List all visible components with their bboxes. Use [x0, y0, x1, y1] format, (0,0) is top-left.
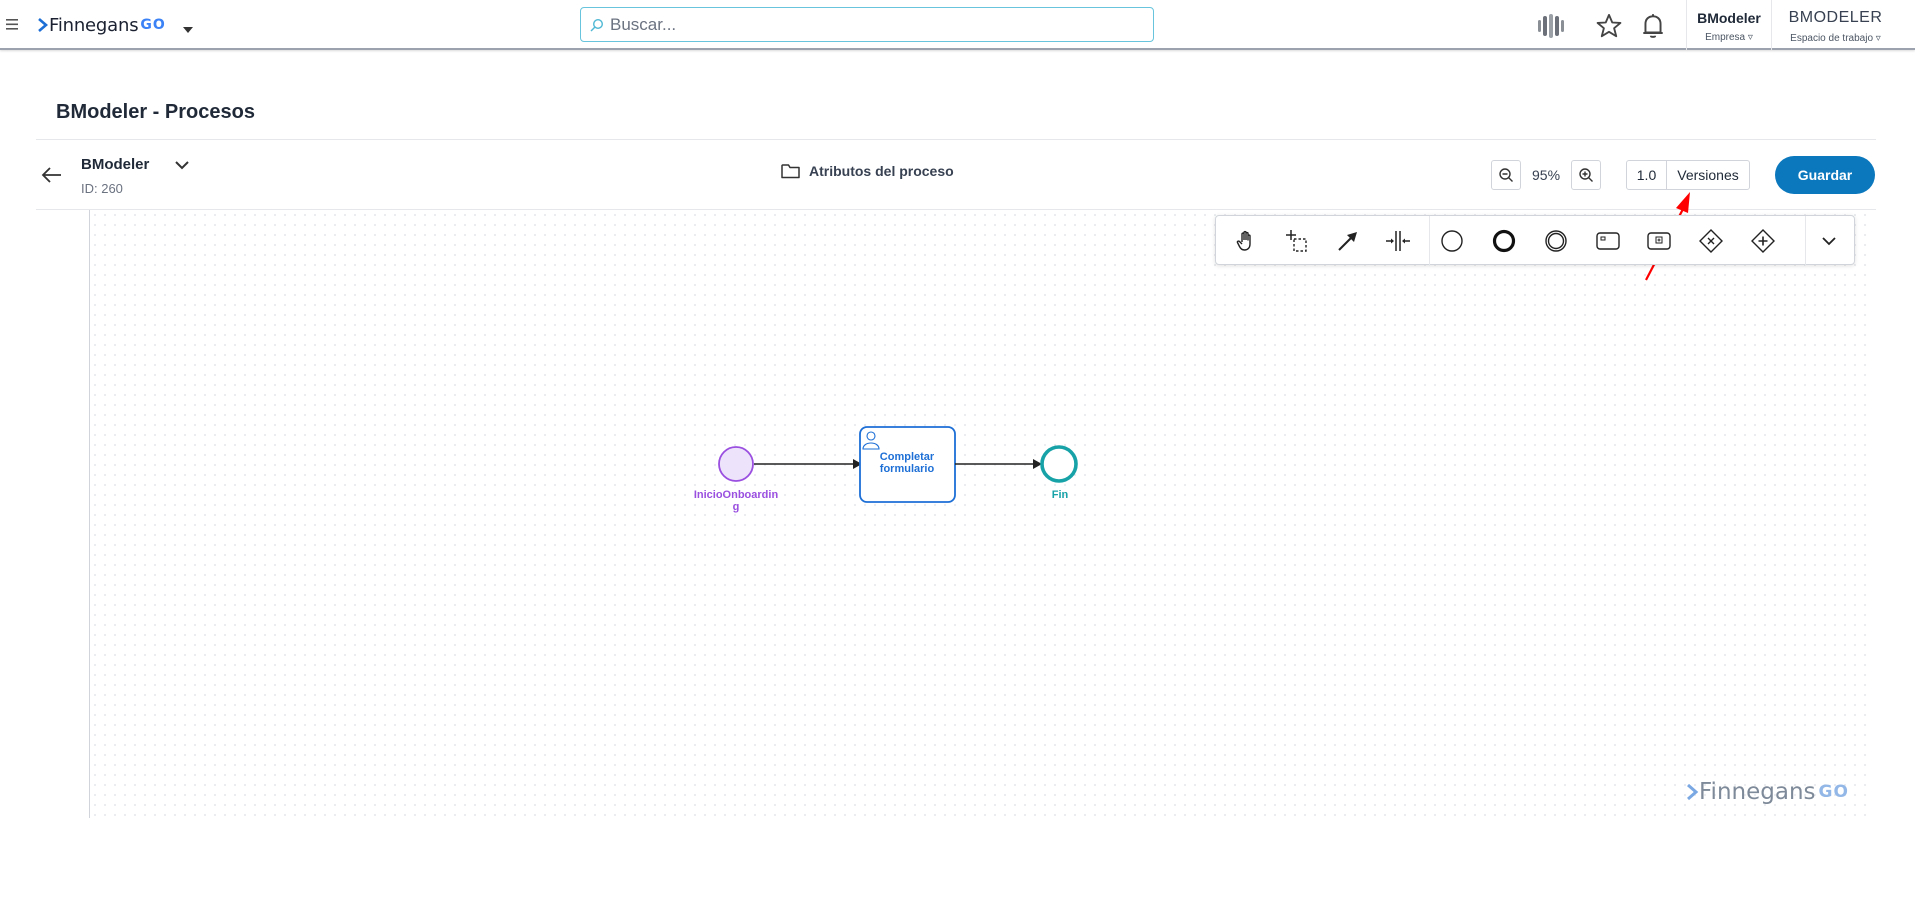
chevron-down-icon[interactable]	[1814, 226, 1844, 256]
connect-tool-icon[interactable]	[1333, 226, 1363, 256]
task-icon[interactable]	[1593, 226, 1623, 256]
task-label: Completar formulario	[879, 451, 935, 475]
exclusive-gateway-icon[interactable]	[1696, 226, 1726, 256]
start-event-icon[interactable]	[1437, 226, 1467, 256]
end-event-icon[interactable]	[1489, 226, 1519, 256]
bpmn-diagram	[718, 192, 1690, 503]
watermark-text: Finnegans	[1699, 779, 1816, 805]
palette-separator	[1805, 216, 1806, 266]
start-event-label: InicioOnboarding	[693, 489, 779, 513]
lasso-tool-icon[interactable]	[1282, 226, 1312, 256]
tool-palette	[1215, 215, 1855, 266]
end-event-label: Fin	[1051, 489, 1069, 501]
intermediate-event-icon[interactable]	[1541, 226, 1571, 256]
finnegans-watermark: Finnegans GO	[1686, 779, 1849, 805]
end-event[interactable]	[1040, 445, 1078, 483]
hand-tool-icon[interactable]	[1231, 226, 1261, 256]
annotation-arrow-head	[1676, 192, 1690, 213]
start-event[interactable]	[718, 446, 754, 482]
palette-separator	[1429, 216, 1430, 266]
parallel-gateway-icon[interactable]	[1748, 226, 1778, 256]
space-tool-icon[interactable]	[1383, 226, 1413, 256]
watermark-go: GO	[1818, 782, 1849, 802]
watermark-chevron-icon	[1687, 783, 1699, 801]
subprocess-icon[interactable]	[1644, 226, 1674, 256]
